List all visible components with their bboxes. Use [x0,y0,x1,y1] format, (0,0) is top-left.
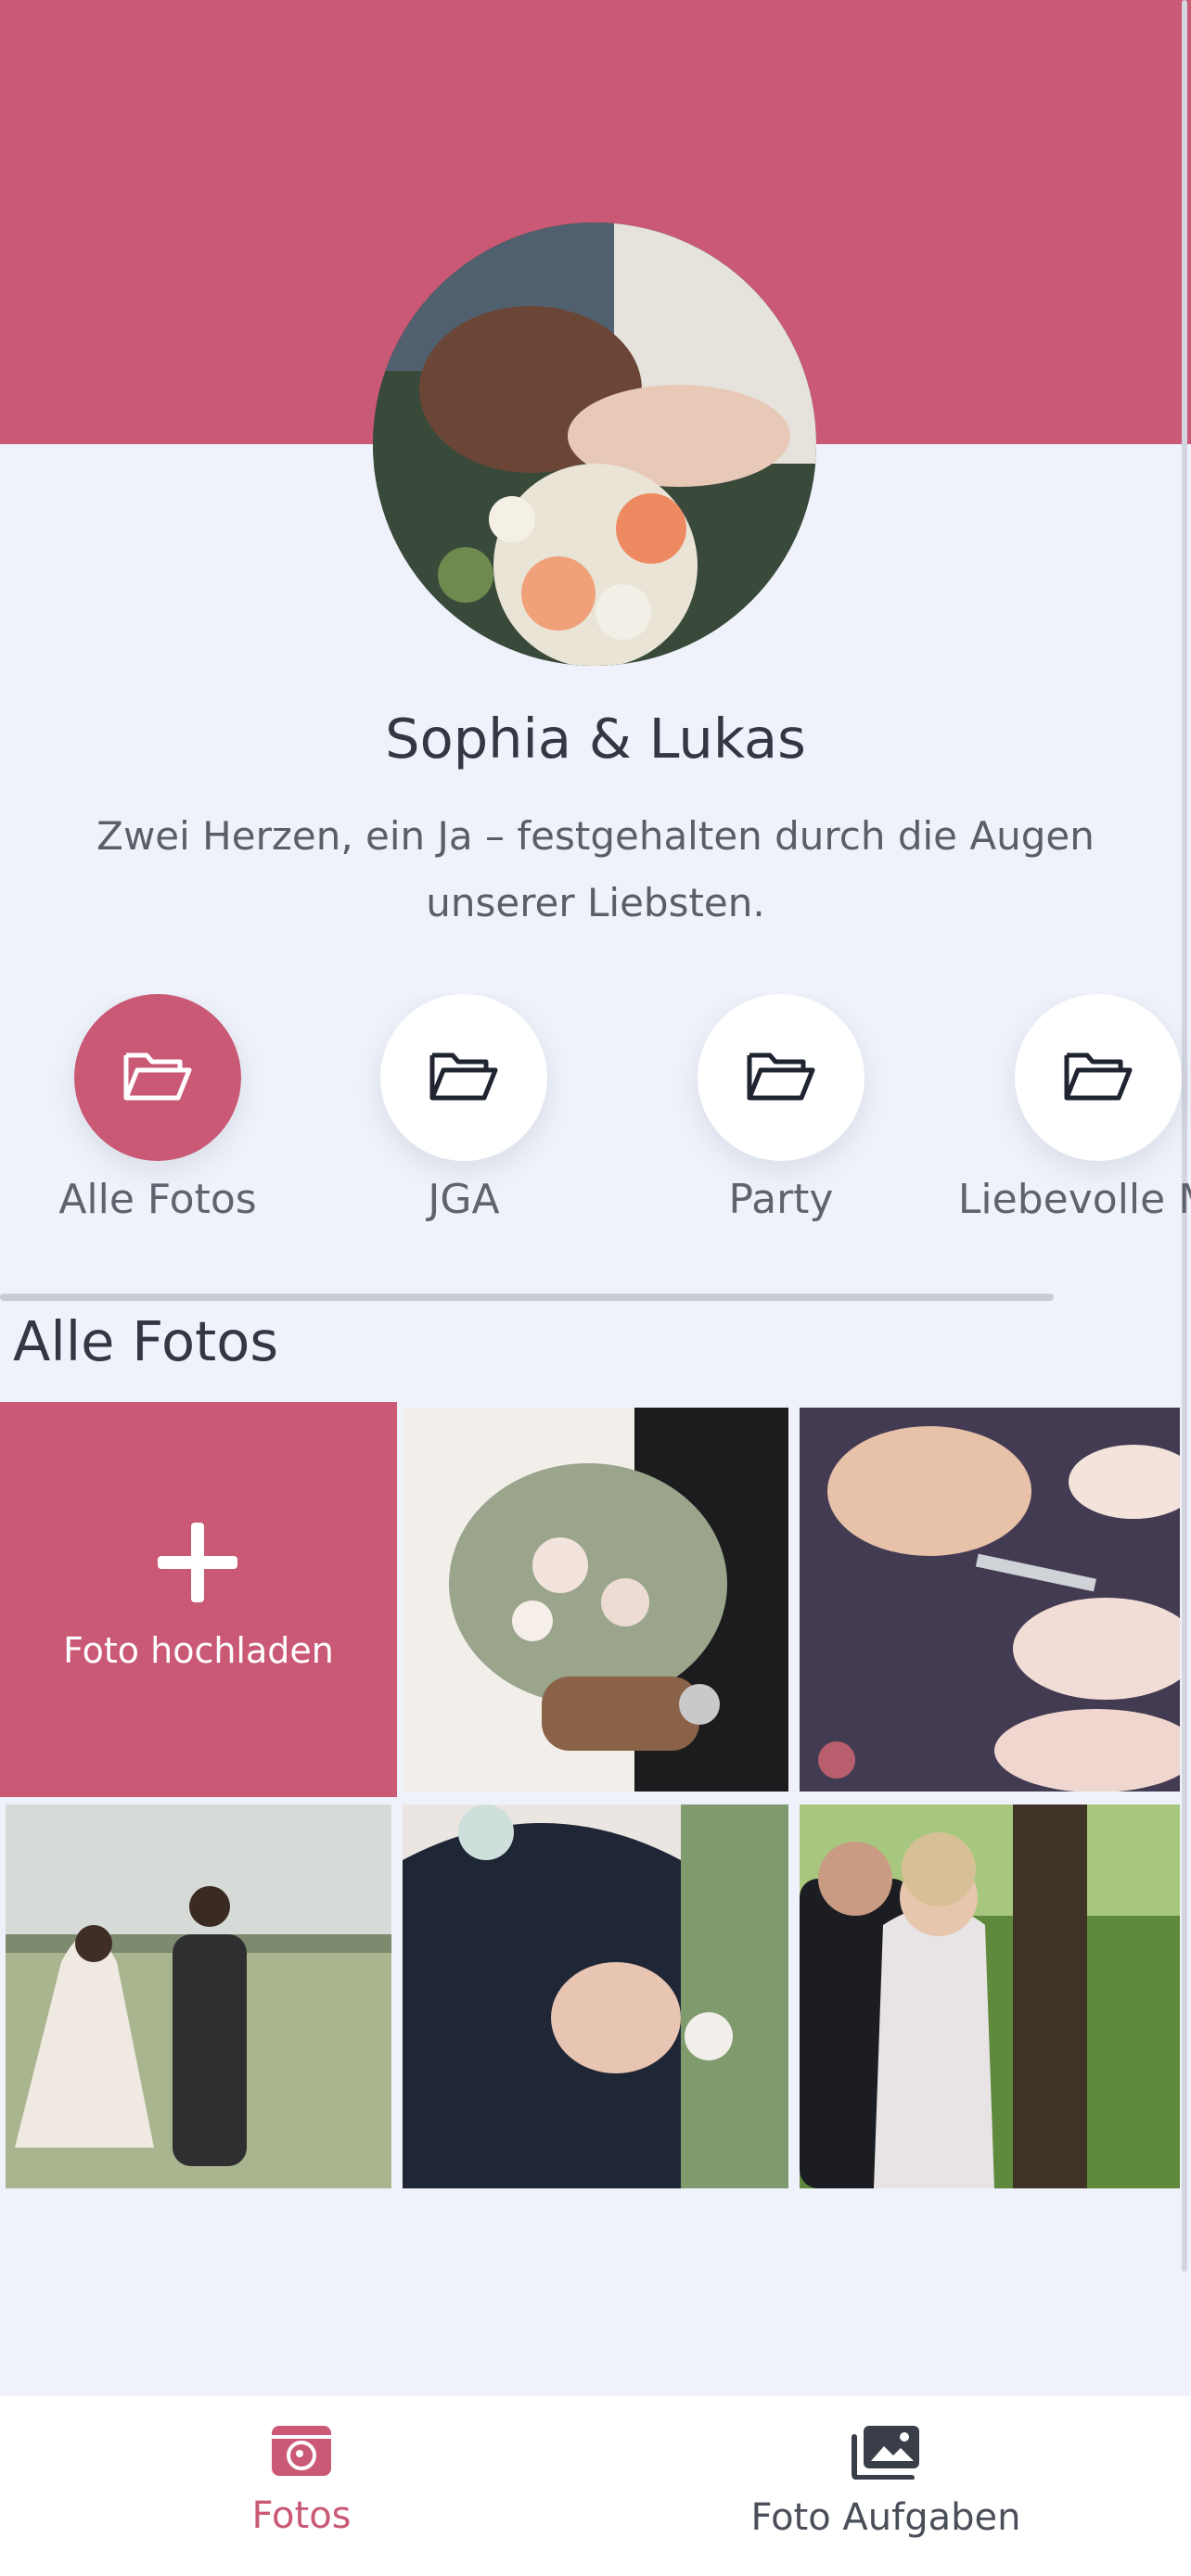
upload-photo-button[interactable]: Foto hochladen [0,1402,397,1797]
album-item-party[interactable]: Party [623,994,939,1223]
folder-open-icon [122,1048,193,1107]
album-label: Alle Fotos [58,1176,257,1223]
nav-label-foto-aufgaben: Foto Aufgaben [750,2496,1021,2539]
embrace-photo[interactable] [403,1804,788,2188]
folder-open-icon [746,1048,816,1107]
album-label: Liebevolle Mo [957,1176,1191,1223]
images-icon [851,2426,921,2483]
nav-tab-foto-aufgaben[interactable]: Foto Aufgaben [733,2424,1039,2539]
album-circle[interactable] [74,994,241,1161]
album-circle[interactable] [1015,994,1182,1161]
bouquet-hands-photo[interactable] [403,1408,788,1792]
page-title: Sophia & Lukas [385,707,806,771]
cake-cutting-photo[interactable] [800,1408,1180,1792]
camera-icon [270,2426,333,2481]
upload-label: Foto hochladen [63,1630,334,1671]
album-label: Party [728,1176,834,1223]
album-item-liebevolle[interactable]: Liebevolle Mo [941,994,1191,1223]
album-label: JGA [428,1176,500,1223]
album-circle[interactable] [380,994,547,1161]
album-item-jga[interactable]: JGA [306,994,621,1223]
album-circle[interactable] [698,994,864,1161]
folder-open-icon [429,1048,499,1107]
folder-open-icon [1063,1048,1133,1107]
bottom-navigation: Fotos Foto Aufgaben [0,2396,1191,2576]
section-title: Alle Fotos [13,1309,279,1373]
nav-label-fotos: Fotos [251,2494,352,2537]
couple-field-photo[interactable] [6,1804,391,2188]
nav-tab-fotos[interactable]: Fotos [204,2424,399,2537]
couple-tree-photo[interactable] [800,1804,1180,2188]
album-carousel[interactable]: Alle Fotos JGA Party Liebevolle Mo [0,994,1191,1235]
album-item-alle-fotos[interactable]: Alle Fotos [0,994,315,1223]
plus-icon [158,1523,237,1602]
page-subtitle: Zwei Herzen, ein Ja – festgehalten durch… [96,813,1095,925]
profile-avatar [373,223,816,666]
album-scrollbar[interactable] [0,1294,1054,1301]
